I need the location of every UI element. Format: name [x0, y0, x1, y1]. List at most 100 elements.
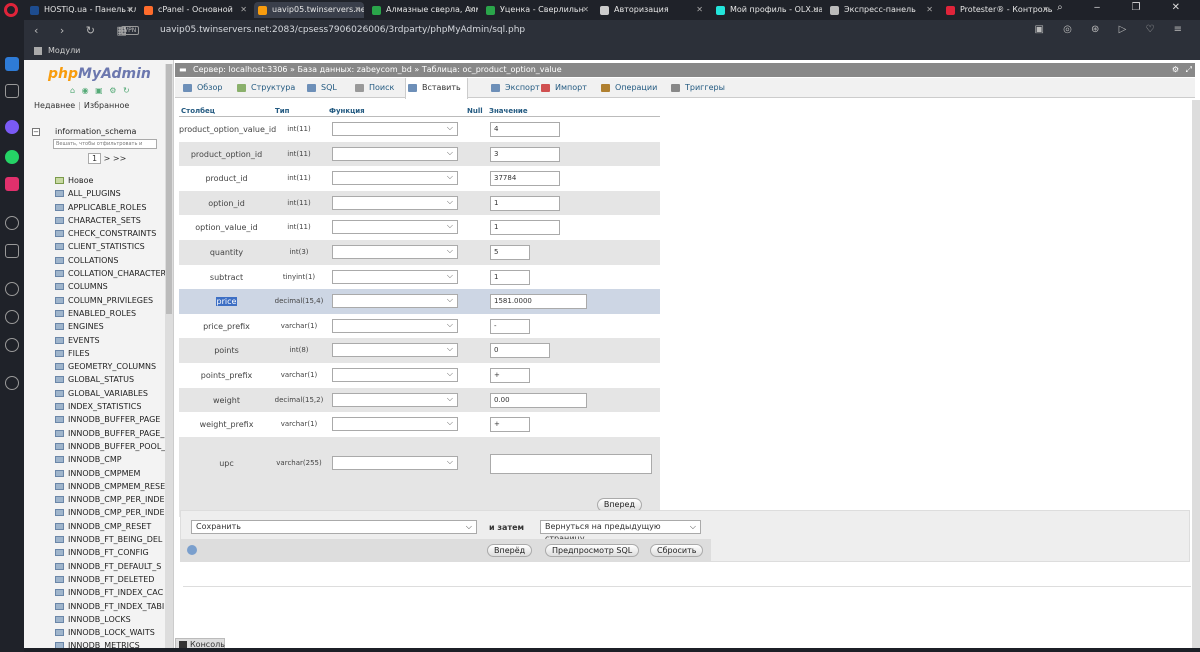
- browser-tab[interactable]: Экспресс-панель ✕: [826, 2, 936, 18]
- history-icon[interactable]: [5, 310, 19, 324]
- function-select[interactable]: [332, 244, 458, 259]
- bookmark-modules[interactable]: Модули: [48, 46, 80, 55]
- value-input[interactable]: 0.00: [490, 392, 587, 408]
- after-insert-select[interactable]: Вернуться на предыдущую страницу: [540, 520, 701, 543]
- function-select[interactable]: [332, 220, 458, 235]
- table-tree-item[interactable]: APPLICABLE_ROLES: [52, 201, 172, 214]
- menu-tab[interactable]: Экспорт: [489, 78, 540, 98]
- function-select[interactable]: [332, 343, 458, 358]
- table-tree-item[interactable]: INNODB_FT_CONFIG: [52, 546, 172, 559]
- table-tree-item[interactable]: INNODB_FT_BEING_DEL: [52, 533, 172, 546]
- url-field[interactable]: uavip05.twinservers.net:2083/cpsess79060…: [160, 25, 525, 35]
- close-tab-icon[interactable]: ✕: [126, 2, 133, 18]
- function-select[interactable]: [332, 294, 458, 309]
- table-tree-item[interactable]: ALL_PLUGINS: [52, 187, 172, 200]
- table-tree-item[interactable]: INNODB_CMP_PER_INDE: [52, 506, 172, 519]
- table-tree-item[interactable]: COLLATION_CHARACTER: [52, 267, 172, 280]
- table-tree-item[interactable]: INNODB_CMP_RESET: [52, 520, 172, 533]
- table-tree-item[interactable]: COLUMNS: [52, 280, 172, 293]
- table-tree-item[interactable]: INNODB_LOCKS: [52, 613, 172, 626]
- value-input[interactable]: 3: [490, 146, 560, 162]
- value-input[interactable]: 5: [490, 244, 530, 260]
- function-select[interactable]: [332, 122, 458, 136]
- table-tree-item[interactable]: INNODB_CMP: [52, 453, 172, 466]
- table-tree-item[interactable]: INNODB_FT_INDEX_TABI: [52, 600, 172, 613]
- table-tree-item[interactable]: CLIENT_STATISTICS: [52, 240, 172, 253]
- save-select[interactable]: Сохранить: [191, 520, 477, 534]
- menu-tab[interactable]: Триггеры: [669, 78, 725, 98]
- fullscreen-icon[interactable]: ⤢: [1186, 63, 1192, 77]
- settings-icon[interactable]: [5, 338, 19, 352]
- function-select[interactable]: [332, 269, 458, 284]
- player-icon[interactable]: [5, 216, 19, 230]
- browser-tab[interactable]: uavip05.twinservers.net ✕: [254, 2, 364, 18]
- heart-icon[interactable]: [5, 282, 19, 296]
- tab-favorites[interactable]: Избранное: [84, 101, 129, 110]
- opera-logo-icon[interactable]: [4, 3, 18, 17]
- table-tree-item[interactable]: INDEX_STATISTICS: [52, 400, 172, 413]
- gear-icon[interactable]: ⚙: [1172, 63, 1179, 77]
- browser-tab[interactable]: Авторизация ✕: [596, 2, 706, 18]
- function-select[interactable]: [332, 195, 458, 210]
- browser-tab[interactable]: cPanel - Основной ✕: [140, 2, 250, 18]
- table-tree-item[interactable]: INNODB_CMPMEM: [52, 467, 172, 480]
- table-tree-item[interactable]: ENABLED_ROLES: [52, 307, 172, 320]
- table-tree-item[interactable]: INNODB_BUFFER_POOL_: [52, 440, 172, 453]
- table-tree-item[interactable]: COLLATIONS: [52, 254, 172, 267]
- value-input[interactable]: 1: [490, 220, 560, 236]
- new-table-item[interactable]: Новое: [52, 174, 172, 187]
- table-tree-item[interactable]: GLOBAL_VARIABLES: [52, 387, 172, 400]
- value-input[interactable]: 0: [490, 343, 550, 359]
- browser-tab[interactable]: Уценка - Сверлильн ✕: [482, 2, 592, 18]
- close-tab-icon[interactable]: ✕: [354, 2, 361, 18]
- function-select[interactable]: [332, 146, 458, 161]
- help-icon[interactable]: [187, 545, 197, 555]
- close-tab-icon[interactable]: ✕: [1042, 2, 1049, 18]
- table-tree-item[interactable]: INNODB_CMPMEM_RESE: [52, 480, 172, 493]
- table-tree-item[interactable]: INNODB_FT_INDEX_CAC: [52, 586, 172, 599]
- table-tree-item[interactable]: INNODB_LOCK_WAITS: [52, 626, 172, 639]
- table-tree-item[interactable]: GLOBAL_STATUS: [52, 373, 172, 386]
- close-tab-icon[interactable]: ✕: [240, 2, 247, 18]
- home-icon[interactable]: [5, 84, 19, 98]
- messenger-icon[interactable]: [5, 120, 19, 134]
- lightbulb-icon[interactable]: [5, 376, 19, 390]
- table-tree-item[interactable]: EVENTS: [52, 334, 172, 347]
- menu-tab[interactable]: Операции: [599, 78, 657, 98]
- function-select[interactable]: [332, 392, 458, 407]
- close-tab-icon[interactable]: ✕: [468, 2, 475, 18]
- pma-logo[interactable]: phpMyAdmin: [48, 66, 151, 82]
- nav-pager[interactable]: 1 > >>: [88, 153, 126, 164]
- table-tree-item[interactable]: INNODB_FT_DEFAULT_S: [52, 560, 172, 573]
- function-select[interactable]: [332, 171, 458, 186]
- value-input[interactable]: +: [490, 367, 530, 383]
- browser-tab[interactable]: Protester® - Контроль ✕: [942, 2, 1052, 18]
- main-scrollbar[interactable]: [1192, 100, 1200, 652]
- close-tab-icon[interactable]: ✕: [582, 2, 589, 18]
- table-tree-item[interactable]: CHARACTER_SETS: [52, 214, 172, 227]
- value-input[interactable]: 4: [490, 122, 560, 137]
- vpn-badge[interactable]: VPN: [121, 26, 140, 35]
- function-select[interactable]: [332, 455, 458, 470]
- browser-tab[interactable]: HOSTiQ.ua - Панель кл ✕: [26, 2, 136, 18]
- value-input[interactable]: -: [490, 318, 530, 334]
- go-button[interactable]: Вперёд: [487, 544, 533, 557]
- menu-tab[interactable]: Вставить: [405, 78, 468, 99]
- close-tab-icon[interactable]: ✕: [812, 2, 819, 18]
- address-actions[interactable]: ▣ ◎ ⊛ ▷ ♡ ≡: [1035, 24, 1190, 35]
- function-select[interactable]: [332, 417, 458, 432]
- value-input[interactable]: 1: [490, 269, 530, 285]
- menu-tab[interactable]: Поиск: [353, 78, 394, 98]
- table-tree-item[interactable]: INNODB_FT_DELETED: [52, 573, 172, 586]
- send-icon[interactable]: [5, 244, 19, 258]
- reset-button[interactable]: Сбросить: [650, 544, 704, 557]
- close-tab-icon[interactable]: ✕: [926, 2, 933, 18]
- table-filter-input[interactable]: Вешать, чтобы отфильтровать и: [53, 139, 157, 149]
- whatsapp-icon[interactable]: [5, 150, 19, 164]
- menu-tab[interactable]: Обзор: [181, 78, 222, 98]
- window-controls[interactable]: ⌕ ‒ ❐ ✕: [1057, 2, 1194, 13]
- value-input[interactable]: 37784: [490, 171, 560, 187]
- table-tree-item[interactable]: INNODB_CMP_PER_INDE: [52, 493, 172, 506]
- value-input[interactable]: 1581.0000: [490, 294, 587, 310]
- nav-scrollbar[interactable]: [165, 64, 173, 648]
